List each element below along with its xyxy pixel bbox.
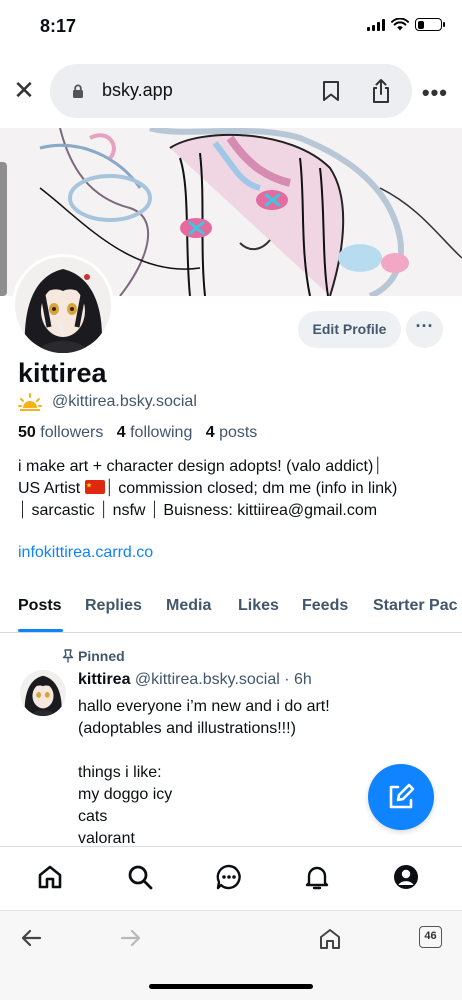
lock-icon <box>73 84 83 98</box>
tab-starter-packs[interactable]: Starter Pac <box>373 597 458 615</box>
tab-feeds[interactable]: Feeds <box>302 597 348 615</box>
tab-media[interactable]: Media <box>166 597 211 615</box>
profile-bio: i make art + character design adopts! (v… <box>18 456 448 522</box>
tab-replies[interactable]: Replies <box>85 597 142 615</box>
profile-link[interactable]: infokittirea.carrd.co <box>18 544 153 562</box>
home-indicator <box>149 984 313 989</box>
display-name: kittirea <box>18 358 107 388</box>
side-handle[interactable] <box>0 162 7 296</box>
handle-row: @kittirea.bsky.social <box>18 393 197 411</box>
browser-url-row: ✕ bsky.app ••• <box>0 60 462 122</box>
signal-icon <box>367 18 385 31</box>
compose-button[interactable] <box>368 764 434 830</box>
bell-icon[interactable] <box>303 863 331 891</box>
following-link[interactable]: 4 following <box>117 424 193 441</box>
tab-posts[interactable]: Posts <box>18 597 62 615</box>
profile-tabs: Posts Replies Media Likes Feeds Starter … <box>0 590 462 633</box>
post-author-avatar[interactable] <box>20 670 66 716</box>
status-bar: 8:17 <box>0 0 462 56</box>
home-icon[interactable] <box>36 863 64 891</box>
post-timestamp[interactable]: · 6h <box>284 671 312 688</box>
profile-stats: 50 followers 4 following 4 posts <box>18 424 257 442</box>
followers-link[interactable]: 50 followers <box>18 424 103 441</box>
ellipsis-icon: ··· <box>415 316 434 336</box>
post-author-name[interactable]: kittirea <box>78 671 130 688</box>
browser-more-icon[interactable]: ••• <box>422 80 448 106</box>
search-icon[interactable] <box>126 863 154 891</box>
pin-icon <box>62 649 74 663</box>
wifi-icon <box>391 18 409 31</box>
chat-icon[interactable] <box>215 863 243 891</box>
china-flag-icon <box>84 480 105 494</box>
battery-icon <box>415 18 445 31</box>
active-tab-indicator <box>18 629 63 632</box>
close-icon[interactable]: ✕ <box>12 77 36 103</box>
forward-arrow-icon[interactable] <box>120 927 142 949</box>
status-icons <box>367 18 445 31</box>
edit-profile-button[interactable]: Edit Profile <box>298 311 401 348</box>
posts-count: 4 posts <box>205 424 258 441</box>
app-bottom-nav <box>0 846 462 908</box>
bookmark-icon[interactable] <box>322 80 340 102</box>
bio-line: ⏐ sarcastic ⏐ nsfw ⏐ Buisness: kittiirea… <box>18 502 378 519</box>
status-time: 8:17 <box>40 16 77 36</box>
profile-handle[interactable]: @kittirea.bsky.social <box>52 393 197 411</box>
avatar-artwork <box>20 670 66 716</box>
pinned-label: Pinned <box>62 648 125 664</box>
profile-avatar[interactable] <box>12 254 114 356</box>
url-bar[interactable]: bsky.app <box>50 64 412 118</box>
back-arrow-icon[interactable] <box>20 927 42 949</box>
tab-likes[interactable]: Likes <box>238 597 279 615</box>
profile-more-button[interactable]: ··· <box>406 311 443 348</box>
url-text: bsky.app <box>102 80 173 100</box>
compose-icon <box>389 783 415 809</box>
profile-icon[interactable] <box>392 863 420 891</box>
tab-switcher-button[interactable]: 46 <box>419 926 442 948</box>
browser-home-icon[interactable] <box>318 927 342 951</box>
bio-line: US Artist ⏐ commission closed; dm me (in… <box>18 480 398 497</box>
sun-icon <box>18 393 42 411</box>
avatar-artwork <box>15 257 111 353</box>
post-author-handle[interactable]: @kittirea.bsky.social <box>135 671 280 688</box>
post-header: kittirea @kittirea.bsky.social · 6h <box>78 671 312 689</box>
bio-line: i make art + character design adopts! (v… <box>18 458 383 475</box>
share-icon[interactable] <box>370 78 392 104</box>
